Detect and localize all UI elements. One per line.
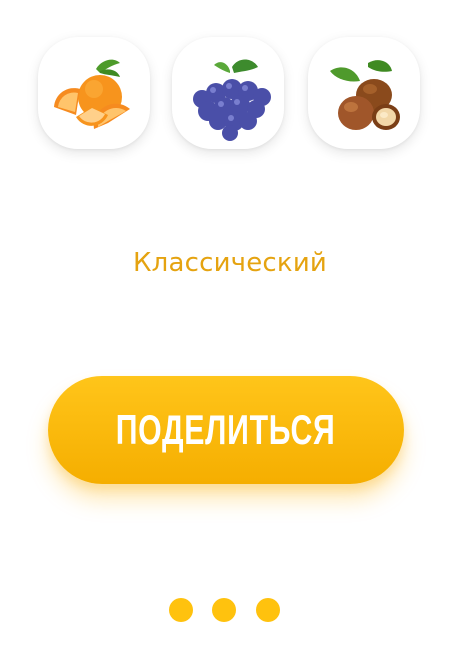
page-indicator xyxy=(0,598,460,624)
page-dot-2[interactable] xyxy=(212,598,236,622)
page-dot-3[interactable] xyxy=(256,598,280,622)
hazelnuts-icon xyxy=(330,60,400,130)
ingredient-tile-hazelnuts[interactable] xyxy=(308,37,420,149)
flavor-name: Классический xyxy=(132,248,328,278)
ingredients-row xyxy=(0,37,460,157)
ingredient-tile-orange[interactable] xyxy=(38,37,150,149)
grape-bunch-icon xyxy=(193,59,271,141)
orange-slices-icon xyxy=(54,59,130,129)
page-dot-1[interactable] xyxy=(169,598,193,622)
ingredient-tile-grapes[interactable] xyxy=(172,37,284,149)
share-button[interactable]: ПОДЕЛИТЬСЯ xyxy=(48,376,404,484)
share-button-label: ПОДЕЛИТЬСЯ xyxy=(116,406,336,453)
